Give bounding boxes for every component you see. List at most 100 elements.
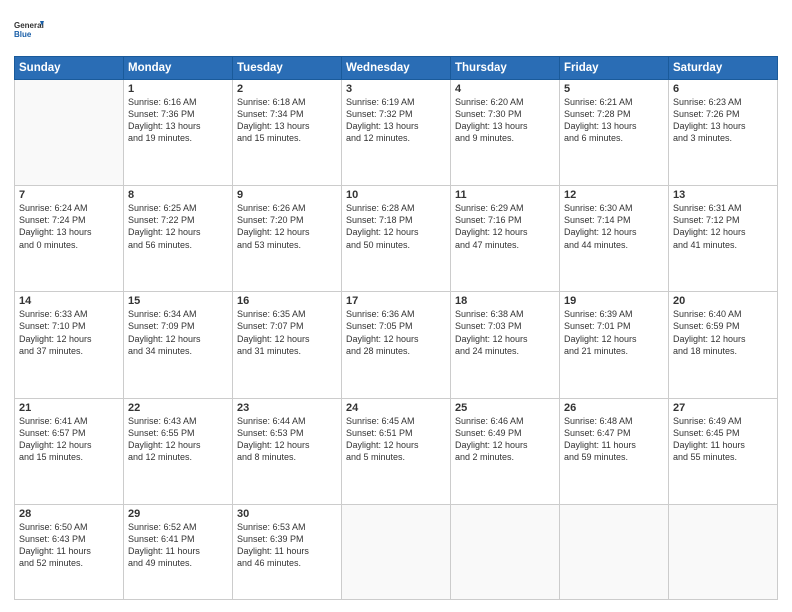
- day-number: 7: [19, 189, 119, 201]
- calendar-cell: 23Sunrise: 6:44 AM Sunset: 6:53 PM Dayli…: [233, 398, 342, 504]
- day-number: 19: [564, 295, 664, 307]
- cell-info: Sunrise: 6:38 AM Sunset: 7:03 PM Dayligh…: [455, 308, 555, 357]
- svg-text:General: General: [14, 21, 44, 30]
- calendar-cell: 21Sunrise: 6:41 AM Sunset: 6:57 PM Dayli…: [15, 398, 124, 504]
- cell-info: Sunrise: 6:23 AM Sunset: 7:26 PM Dayligh…: [673, 96, 773, 145]
- calendar-cell: 17Sunrise: 6:36 AM Sunset: 7:05 PM Dayli…: [342, 292, 451, 398]
- calendar-cell: 8Sunrise: 6:25 AM Sunset: 7:22 PM Daylig…: [124, 186, 233, 292]
- cell-info: Sunrise: 6:41 AM Sunset: 6:57 PM Dayligh…: [19, 415, 119, 464]
- logo: General Blue: [14, 12, 44, 48]
- day-number: 28: [19, 508, 119, 520]
- logo-svg: General Blue: [14, 12, 44, 48]
- cell-info: Sunrise: 6:53 AM Sunset: 6:39 PM Dayligh…: [237, 521, 337, 570]
- day-number: 12: [564, 189, 664, 201]
- week-row-5: 28Sunrise: 6:50 AM Sunset: 6:43 PM Dayli…: [15, 504, 778, 599]
- calendar-cell: [451, 504, 560, 599]
- col-header-wednesday: Wednesday: [342, 57, 451, 80]
- cell-info: Sunrise: 6:52 AM Sunset: 6:41 PM Dayligh…: [128, 521, 228, 570]
- day-number: 17: [346, 295, 446, 307]
- cell-info: Sunrise: 6:39 AM Sunset: 7:01 PM Dayligh…: [564, 308, 664, 357]
- cell-info: Sunrise: 6:21 AM Sunset: 7:28 PM Dayligh…: [564, 96, 664, 145]
- calendar-cell: [560, 504, 669, 599]
- calendar-cell: [15, 80, 124, 186]
- day-number: 5: [564, 83, 664, 95]
- cell-info: Sunrise: 6:19 AM Sunset: 7:32 PM Dayligh…: [346, 96, 446, 145]
- cell-info: Sunrise: 6:26 AM Sunset: 7:20 PM Dayligh…: [237, 202, 337, 251]
- calendar-cell: 24Sunrise: 6:45 AM Sunset: 6:51 PM Dayli…: [342, 398, 451, 504]
- cell-info: Sunrise: 6:36 AM Sunset: 7:05 PM Dayligh…: [346, 308, 446, 357]
- week-row-1: 1Sunrise: 6:16 AM Sunset: 7:36 PM Daylig…: [15, 80, 778, 186]
- day-number: 4: [455, 83, 555, 95]
- col-header-monday: Monday: [124, 57, 233, 80]
- cell-info: Sunrise: 6:28 AM Sunset: 7:18 PM Dayligh…: [346, 202, 446, 251]
- day-number: 15: [128, 295, 228, 307]
- cell-info: Sunrise: 6:34 AM Sunset: 7:09 PM Dayligh…: [128, 308, 228, 357]
- day-number: 21: [19, 402, 119, 414]
- day-number: 20: [673, 295, 773, 307]
- day-number: 23: [237, 402, 337, 414]
- calendar-cell: 25Sunrise: 6:46 AM Sunset: 6:49 PM Dayli…: [451, 398, 560, 504]
- day-number: 25: [455, 402, 555, 414]
- day-number: 9: [237, 189, 337, 201]
- day-number: 6: [673, 83, 773, 95]
- calendar-cell: 28Sunrise: 6:50 AM Sunset: 6:43 PM Dayli…: [15, 504, 124, 599]
- cell-info: Sunrise: 6:43 AM Sunset: 6:55 PM Dayligh…: [128, 415, 228, 464]
- day-number: 26: [564, 402, 664, 414]
- calendar-cell: 14Sunrise: 6:33 AM Sunset: 7:10 PM Dayli…: [15, 292, 124, 398]
- cell-info: Sunrise: 6:49 AM Sunset: 6:45 PM Dayligh…: [673, 415, 773, 464]
- calendar-cell: 19Sunrise: 6:39 AM Sunset: 7:01 PM Dayli…: [560, 292, 669, 398]
- day-number: 1: [128, 83, 228, 95]
- calendar-cell: 30Sunrise: 6:53 AM Sunset: 6:39 PM Dayli…: [233, 504, 342, 599]
- week-row-3: 14Sunrise: 6:33 AM Sunset: 7:10 PM Dayli…: [15, 292, 778, 398]
- cell-info: Sunrise: 6:44 AM Sunset: 6:53 PM Dayligh…: [237, 415, 337, 464]
- calendar-cell: 12Sunrise: 6:30 AM Sunset: 7:14 PM Dayli…: [560, 186, 669, 292]
- cell-info: Sunrise: 6:35 AM Sunset: 7:07 PM Dayligh…: [237, 308, 337, 357]
- calendar-cell: 7Sunrise: 6:24 AM Sunset: 7:24 PM Daylig…: [15, 186, 124, 292]
- calendar-cell: 22Sunrise: 6:43 AM Sunset: 6:55 PM Dayli…: [124, 398, 233, 504]
- calendar-cell: 9Sunrise: 6:26 AM Sunset: 7:20 PM Daylig…: [233, 186, 342, 292]
- cell-info: Sunrise: 6:33 AM Sunset: 7:10 PM Dayligh…: [19, 308, 119, 357]
- week-row-4: 21Sunrise: 6:41 AM Sunset: 6:57 PM Dayli…: [15, 398, 778, 504]
- page: General Blue SundayMondayTuesdayWednesda…: [0, 0, 792, 612]
- cell-info: Sunrise: 6:50 AM Sunset: 6:43 PM Dayligh…: [19, 521, 119, 570]
- day-number: 11: [455, 189, 555, 201]
- col-header-friday: Friday: [560, 57, 669, 80]
- day-number: 27: [673, 402, 773, 414]
- calendar-cell: 27Sunrise: 6:49 AM Sunset: 6:45 PM Dayli…: [669, 398, 778, 504]
- calendar-cell: 16Sunrise: 6:35 AM Sunset: 7:07 PM Dayli…: [233, 292, 342, 398]
- calendar-header-row: SundayMondayTuesdayWednesdayThursdayFrid…: [15, 57, 778, 80]
- cell-info: Sunrise: 6:40 AM Sunset: 6:59 PM Dayligh…: [673, 308, 773, 357]
- header: General Blue: [14, 12, 778, 48]
- calendar-cell: 15Sunrise: 6:34 AM Sunset: 7:09 PM Dayli…: [124, 292, 233, 398]
- day-number: 29: [128, 508, 228, 520]
- col-header-thursday: Thursday: [451, 57, 560, 80]
- day-number: 10: [346, 189, 446, 201]
- calendar-cell: 10Sunrise: 6:28 AM Sunset: 7:18 PM Dayli…: [342, 186, 451, 292]
- col-header-tuesday: Tuesday: [233, 57, 342, 80]
- col-header-sunday: Sunday: [15, 57, 124, 80]
- day-number: 8: [128, 189, 228, 201]
- calendar-cell: 4Sunrise: 6:20 AM Sunset: 7:30 PM Daylig…: [451, 80, 560, 186]
- calendar-cell: 26Sunrise: 6:48 AM Sunset: 6:47 PM Dayli…: [560, 398, 669, 504]
- calendar-cell: 2Sunrise: 6:18 AM Sunset: 7:34 PM Daylig…: [233, 80, 342, 186]
- calendar-cell: [342, 504, 451, 599]
- calendar-cell: 18Sunrise: 6:38 AM Sunset: 7:03 PM Dayli…: [451, 292, 560, 398]
- day-number: 22: [128, 402, 228, 414]
- col-header-saturday: Saturday: [669, 57, 778, 80]
- calendar-cell: 6Sunrise: 6:23 AM Sunset: 7:26 PM Daylig…: [669, 80, 778, 186]
- cell-info: Sunrise: 6:20 AM Sunset: 7:30 PM Dayligh…: [455, 96, 555, 145]
- calendar-cell: 13Sunrise: 6:31 AM Sunset: 7:12 PM Dayli…: [669, 186, 778, 292]
- day-number: 18: [455, 295, 555, 307]
- svg-text:Blue: Blue: [14, 30, 32, 39]
- cell-info: Sunrise: 6:29 AM Sunset: 7:16 PM Dayligh…: [455, 202, 555, 251]
- calendar-cell: 11Sunrise: 6:29 AM Sunset: 7:16 PM Dayli…: [451, 186, 560, 292]
- day-number: 30: [237, 508, 337, 520]
- calendar-cell: 5Sunrise: 6:21 AM Sunset: 7:28 PM Daylig…: [560, 80, 669, 186]
- day-number: 16: [237, 295, 337, 307]
- cell-info: Sunrise: 6:16 AM Sunset: 7:36 PM Dayligh…: [128, 96, 228, 145]
- day-number: 2: [237, 83, 337, 95]
- cell-info: Sunrise: 6:18 AM Sunset: 7:34 PM Dayligh…: [237, 96, 337, 145]
- week-row-2: 7Sunrise: 6:24 AM Sunset: 7:24 PM Daylig…: [15, 186, 778, 292]
- cell-info: Sunrise: 6:48 AM Sunset: 6:47 PM Dayligh…: [564, 415, 664, 464]
- day-number: 24: [346, 402, 446, 414]
